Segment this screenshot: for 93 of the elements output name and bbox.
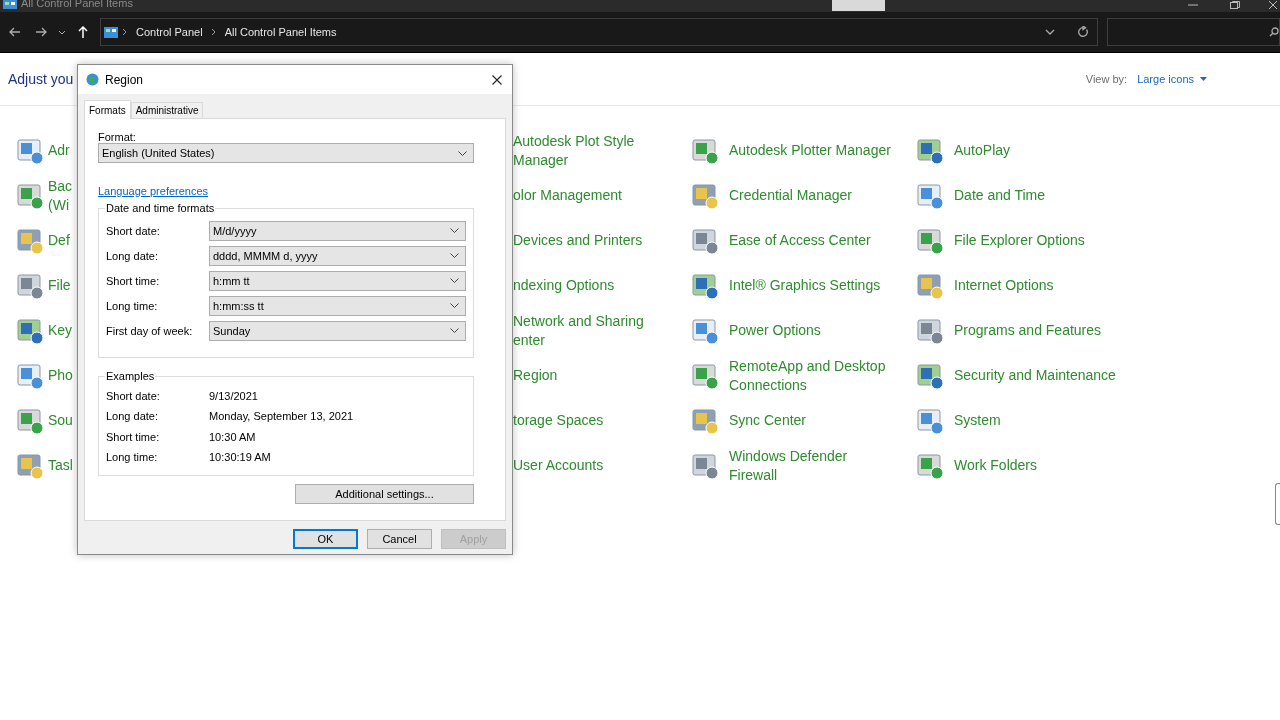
field-label: First day of week: [106,324,194,337]
search-icon [1269,27,1279,37]
refresh-icon[interactable] [1077,26,1089,38]
applet-link[interactable]: RemoteApp and Desktop Connections [729,356,886,395]
field-label: Short time: [106,430,161,443]
recent-locations-icon [58,29,66,35]
applet-link[interactable]: User Accounts [513,456,604,475]
tab[interactable]: Administrative [130,102,204,118]
caret-icon [1200,77,1207,81]
scrollbar-thumb[interactable] [1275,483,1280,525]
applet-link[interactable]: File Explorer Options [954,231,1085,250]
applet-link[interactable]: Internet Options [954,276,1054,295]
chevron-down-icon [450,278,459,283]
chevron-down-icon [450,253,459,258]
example-value: 10:30:19 AM [209,451,271,464]
forward-icon [35,27,47,37]
applet-link[interactable]: Region [513,366,558,385]
dialog-button[interactable]: Cancel [367,529,432,549]
applet-link[interactable]: Bac (Wi [48,176,73,215]
chevron-icon [210,28,217,36]
applet-link[interactable]: File [48,276,71,295]
example-value: 10:30 AM [209,430,256,443]
chevron-icon [122,28,128,36]
applet-link[interactable]: Windows Defender Firewall [729,446,848,485]
applet-link[interactable]: Work Folders [954,456,1037,475]
dropdown[interactable]: dddd, MMMM d, yyyy [209,245,466,266]
field-label: Long date: [106,249,159,262]
applet-link[interactable]: Autodesk Plotter Manager [729,141,891,160]
page-heading: Adjust you [8,71,74,87]
field-label: Long time: [106,299,159,312]
dialog-button[interactable]: OK [293,529,358,549]
field-label: Short date: [106,390,161,403]
applet-link[interactable]: Key [48,321,73,340]
applet-link[interactable]: Power Options [729,321,821,340]
applet-link[interactable]: Adr [48,141,70,160]
dropdown[interactable]: English (United States) [98,143,474,163]
up-icon [78,26,88,38]
control-panel-icon [104,26,118,38]
minimize-icon[interactable] [1188,1,1198,9]
applet-link[interactable]: torage Spaces [513,411,604,430]
applet-link[interactable]: Credential Manager [729,186,852,205]
field-label: Long time: [106,451,159,464]
dropdown-icon[interactable] [1045,29,1055,35]
applet-link[interactable]: System [954,411,1001,430]
example-value: 9/13/2021 [209,390,258,403]
applet-link[interactable]: ndexing Options [513,276,615,295]
applet-link[interactable]: Autodesk Plot Style Manager [513,131,635,170]
chevron-down-icon [450,328,459,333]
additional-settings-button[interactable]: Additional settings... [295,484,474,505]
chevron-down-icon [458,150,467,156]
applet-link[interactable]: Programs and Features [954,321,1102,340]
field-label: Long date: [106,410,159,423]
dropdown[interactable]: h:mm tt [209,270,466,291]
view-by-label: View by: [1085,73,1128,85]
dropdown[interactable]: h:mm:ss tt [209,295,466,316]
applet-link[interactable]: Date and Time [954,186,1046,205]
restore-icon[interactable] [1230,1,1240,9]
back-icon [9,27,21,37]
tab[interactable]: Formats [84,100,131,119]
dropdown[interactable]: M/d/yyyy [209,220,466,241]
window-title: All Control Panel Items [21,0,133,9]
chevron-down-icon [450,228,459,233]
dialog-title: Region [105,72,144,87]
group-label: Examples [105,370,156,382]
applet-link[interactable]: Network and Sharing enter [513,311,644,350]
applet-link[interactable]: Pho [48,366,73,385]
field-label: Format: [98,131,137,145]
applet-link[interactable]: Tasl [48,456,73,475]
view-by-dropdown[interactable]: Large icons [1137,73,1207,85]
control-panel-icon [3,0,17,9]
language-preferences-link[interactable]: Language preferences [98,185,209,197]
breadcrumb[interactable]: All Control Panel Items [220,26,341,38]
close-icon [492,74,502,85]
applet-link[interactable]: Ease of Access Center [729,231,871,250]
globe-icon [86,73,99,86]
dropdown[interactable]: Sunday [209,320,466,341]
group-label: Date and time formats [105,202,216,214]
applet-link[interactable]: olor Management [513,186,622,205]
chevron-down-icon [450,303,459,308]
applet-link[interactable]: Def [48,231,70,250]
field-label: Short time: [106,274,161,287]
breadcrumb[interactable]: Control Panel [132,26,207,38]
applet-link[interactable]: Sou [48,411,73,430]
applet-link[interactable]: Devices and Printers [513,231,643,250]
address-bar[interactable]: Control Panel All Control Panel Items [100,18,1098,46]
applet-link[interactable]: Security and Maintenance [954,366,1116,385]
example-value: Monday, September 13, 2021 [209,410,354,423]
field-label: Short date: [106,224,161,237]
applet-link[interactable]: Sync Center [729,411,807,430]
search-field[interactable] [1107,18,1280,46]
close-icon[interactable] [1268,1,1278,9]
applet-link[interactable]: Intel® Graphics Settings [729,276,881,295]
applet-link[interactable]: AutoPlay [954,141,1011,160]
